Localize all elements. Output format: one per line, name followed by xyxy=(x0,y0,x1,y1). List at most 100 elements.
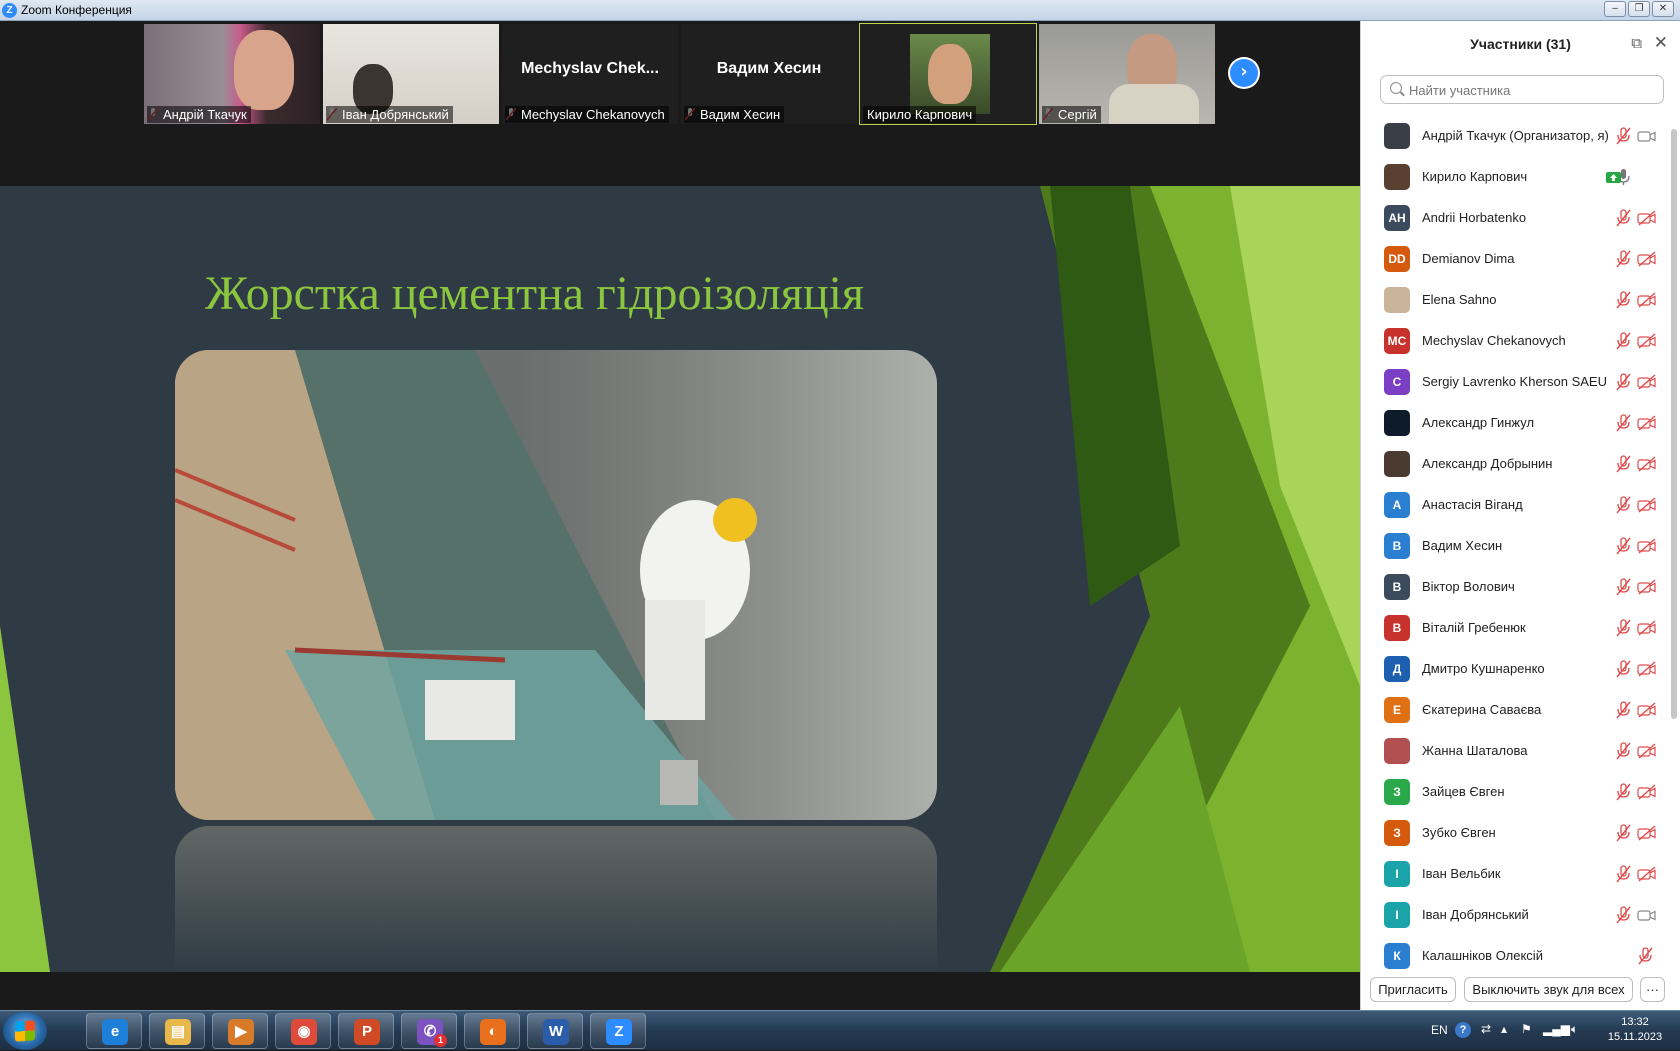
volume-icon[interactable]: 🔈︎ xyxy=(1571,1022,1578,1037)
close-window-button[interactable]: ✕ xyxy=(1652,1,1674,17)
clock[interactable]: 13:32 15.11.2023 xyxy=(1595,1015,1675,1045)
mic-muted-icon[interactable] xyxy=(1615,619,1631,637)
camera-off-icon[interactable] xyxy=(1637,743,1657,759)
participant-row[interactable]: І Іван Добрянський xyxy=(1361,895,1671,936)
language-indicator[interactable]: EN xyxy=(1431,1023,1448,1037)
mic-muted-icon[interactable] xyxy=(1615,578,1631,596)
help-icon[interactable]: ? xyxy=(1455,1022,1471,1038)
participant-avatar-photo xyxy=(1384,451,1410,477)
camera-off-icon[interactable] xyxy=(1637,292,1657,308)
thumbnail-active-speaker[interactable]: Кирило Карпович xyxy=(859,23,1037,125)
taskbar-app-button[interactable]: P xyxy=(338,1013,394,1049)
participant-row[interactable]: В Віктор Волович xyxy=(1361,567,1671,608)
camera-off-icon[interactable] xyxy=(1637,456,1657,472)
minimize-button[interactable]: – xyxy=(1604,1,1626,17)
participant-row[interactable]: Elena Sahno xyxy=(1361,280,1671,321)
participant-row[interactable]: Д Дмитро Кушнаренко xyxy=(1361,649,1671,690)
taskbar-app-button[interactable]: Z xyxy=(590,1013,646,1049)
mic-muted-icon[interactable] xyxy=(1615,373,1631,391)
mic-muted-icon[interactable] xyxy=(1615,127,1631,145)
participant-row[interactable]: Андрій Ткачук (Организатор, я) xyxy=(1361,116,1671,157)
camera-off-icon[interactable] xyxy=(1637,866,1657,882)
signal-icon[interactable]: ▂▄▆ xyxy=(1543,1022,1570,1036)
mic-muted-icon[interactable] xyxy=(1615,742,1631,760)
participant-search[interactable] xyxy=(1380,75,1664,104)
camera-off-icon[interactable] xyxy=(1637,497,1657,513)
mic-muted-icon[interactable] xyxy=(1615,701,1631,719)
thumbnail-video[interactable]: Іван Добрянський xyxy=(323,24,499,124)
taskbar-app-button[interactable]: ▶ xyxy=(212,1013,268,1049)
participant-row[interactable]: DD Demianov Dima xyxy=(1361,239,1671,280)
mic-muted-icon[interactable] xyxy=(1615,209,1631,227)
tray-expand-icon[interactable]: ▴ xyxy=(1501,1022,1507,1036)
invite-button[interactable]: Пригласить xyxy=(1370,977,1456,1002)
mic-muted-icon[interactable] xyxy=(1615,332,1631,350)
camera-off-icon[interactable] xyxy=(1637,661,1657,677)
mic-muted-icon[interactable] xyxy=(1615,455,1631,473)
participant-row[interactable]: AH Andrii Horbatenko xyxy=(1361,198,1671,239)
camera-off-icon[interactable] xyxy=(1637,702,1657,718)
more-button[interactable]: ··· xyxy=(1640,977,1665,1002)
camera-off-icon[interactable] xyxy=(1637,333,1657,349)
camera-icon[interactable] xyxy=(1637,907,1657,923)
participant-row[interactable]: Е Єкатерина Саваєва xyxy=(1361,690,1671,731)
camera-off-icon[interactable] xyxy=(1637,579,1657,595)
mute-all-button[interactable]: Выключить звук для всех xyxy=(1464,977,1633,1002)
mic-muted-icon[interactable] xyxy=(1637,947,1653,965)
camera-off-icon[interactable] xyxy=(1637,825,1657,841)
participant-name: Калашніков Олексій xyxy=(1422,948,1543,963)
taskbar-app-button[interactable]: ◉ xyxy=(275,1013,331,1049)
taskbar-app-button[interactable]: ◐ xyxy=(464,1013,520,1049)
camera-off-icon[interactable] xyxy=(1637,620,1657,636)
mic-muted-icon[interactable] xyxy=(1615,660,1631,678)
participant-row[interactable]: З Зайцев Євген xyxy=(1361,772,1671,813)
participant-row[interactable]: В Вадим Хесин xyxy=(1361,526,1671,567)
thumbnail-video[interactable]: Андрій Ткачук xyxy=(144,24,320,124)
mic-muted-icon[interactable] xyxy=(1615,906,1631,924)
window-titlebar[interactable]: Z Zoom Конференция – ❐ ✕ xyxy=(0,0,1680,21)
participant-row[interactable]: Александр Добрынин xyxy=(1361,444,1671,485)
participant-row[interactable]: Кирило Карпович xyxy=(1361,157,1671,198)
participant-row[interactable]: Александр Гинжул xyxy=(1361,403,1671,444)
thumbnail-text[interactable]: Вадим Хесин Вадим Хесин xyxy=(681,24,857,124)
camera-off-icon[interactable] xyxy=(1637,415,1657,431)
camera-icon[interactable] xyxy=(1637,128,1657,144)
participant-row[interactable]: C Sergiy Lavrenko Kherson SAEU xyxy=(1361,362,1671,403)
participant-name: Александр Гинжул xyxy=(1422,415,1535,430)
participant-row[interactable]: З Зубко Євген xyxy=(1361,813,1671,854)
network-switch-icon[interactable]: ⇄ xyxy=(1481,1022,1491,1036)
search-input[interactable] xyxy=(1409,80,1659,100)
camera-off-icon[interactable] xyxy=(1637,784,1657,800)
maximize-button[interactable]: ❐ xyxy=(1628,1,1650,17)
mic-muted-icon[interactable] xyxy=(1615,291,1631,309)
next-page-button[interactable]: › xyxy=(1228,57,1260,89)
taskbar-app-button[interactable]: ✆ 1 xyxy=(401,1013,457,1049)
participant-row[interactable]: Жанна Шаталова xyxy=(1361,731,1671,772)
mic-muted-icon[interactable] xyxy=(1615,414,1631,432)
scrollbar[interactable] xyxy=(1671,129,1677,719)
camera-off-icon[interactable] xyxy=(1637,374,1657,390)
mic-muted-icon[interactable] xyxy=(1615,537,1631,555)
mic-muted-icon[interactable] xyxy=(1615,865,1631,883)
thumbnail-video[interactable]: Сергій xyxy=(1039,24,1215,124)
participant-row[interactable]: І Іван Вельбик xyxy=(1361,854,1671,895)
start-button[interactable] xyxy=(3,1012,47,1050)
participant-row[interactable]: В Віталій Гребенюк xyxy=(1361,608,1671,649)
mic-muted-icon[interactable] xyxy=(1615,824,1631,842)
taskbar-app-button[interactable]: ▤ xyxy=(149,1013,205,1049)
screen-share-icon[interactable] xyxy=(1605,169,1625,185)
camera-off-icon[interactable] xyxy=(1637,210,1657,226)
camera-off-icon[interactable] xyxy=(1637,538,1657,554)
taskbar-app-button[interactable]: e xyxy=(86,1013,142,1049)
action-center-icon[interactable]: ⚑ xyxy=(1521,1022,1532,1036)
participant-row[interactable]: А Анастасія Віганд xyxy=(1361,485,1671,526)
taskbar-app-button[interactable]: W xyxy=(527,1013,583,1049)
mic-muted-icon[interactable] xyxy=(1615,783,1631,801)
mic-muted-icon[interactable] xyxy=(1615,496,1631,514)
mic-muted-icon[interactable] xyxy=(1615,250,1631,268)
participant-row[interactable]: MC Mechyslav Chekanovych xyxy=(1361,321,1671,362)
camera-off-icon[interactable] xyxy=(1637,251,1657,267)
popout-icon[interactable]: ⧉ xyxy=(1631,35,1642,52)
close-panel-icon[interactable]: ✕ xyxy=(1654,33,1668,53)
thumbnail-text[interactable]: Mechyslav Chek... Mechyslav Chekanovych xyxy=(502,24,678,124)
